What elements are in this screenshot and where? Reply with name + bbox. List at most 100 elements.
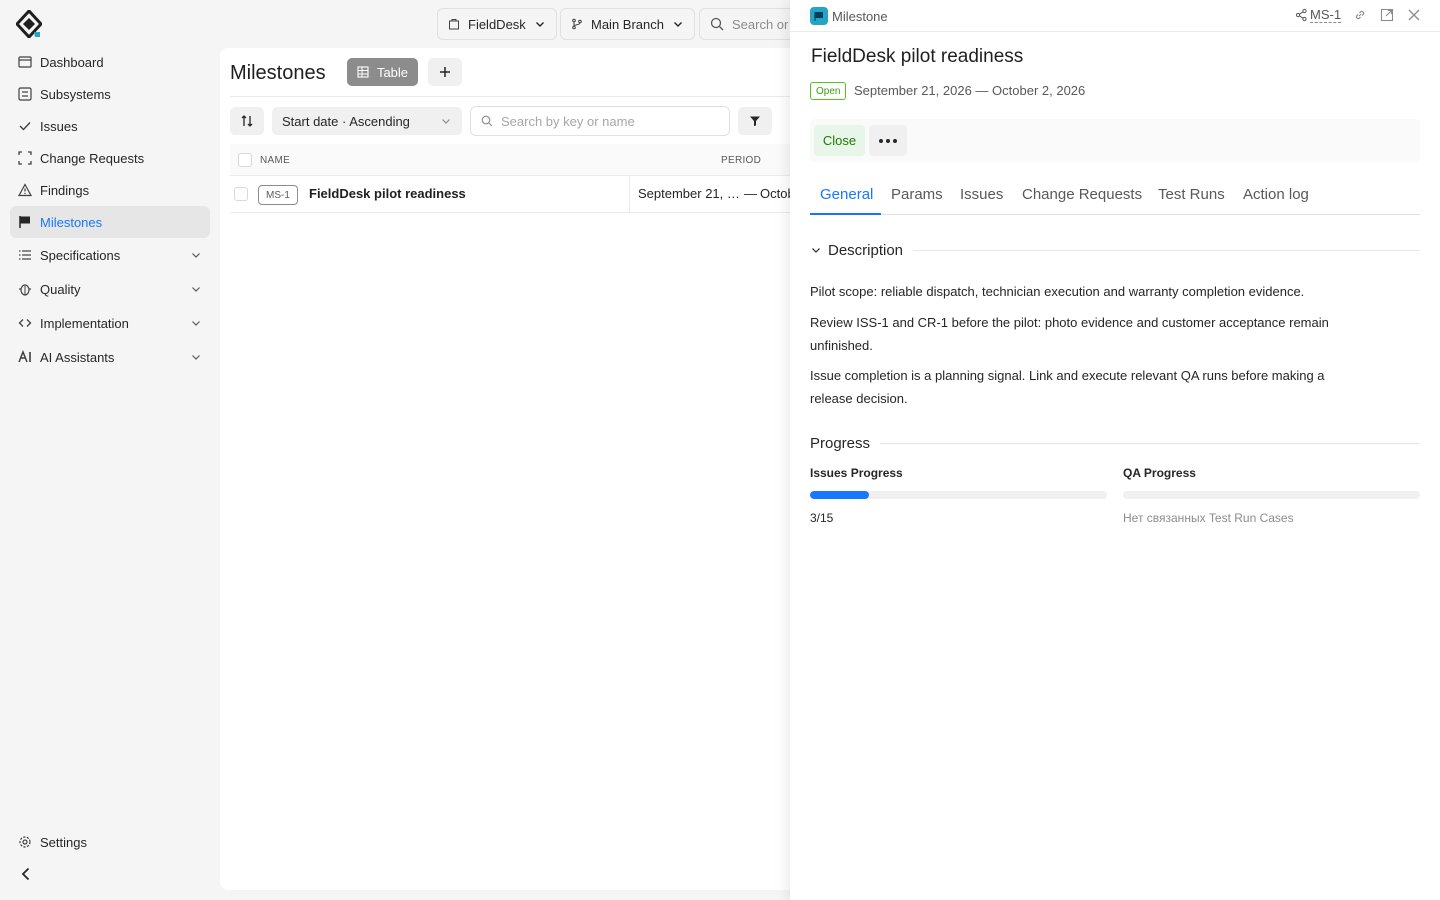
description-paragraph: Review ISS-1 and CR-1 before the pilot: …	[810, 315, 1329, 353]
select-all-checkbox[interactable]	[238, 153, 252, 167]
sidebar-item-subsystems[interactable]: Subsystems	[10, 78, 210, 110]
sort-icon	[241, 115, 253, 127]
column-header-period[interactable]: PERIOD	[721, 155, 761, 166]
sidebar-item-label: Quality	[40, 281, 81, 297]
sidebar-item-label: Subsystems	[40, 86, 111, 102]
share-icon[interactable]	[1295, 8, 1307, 22]
chevron-down-icon	[192, 287, 200, 292]
chevron-down-icon	[812, 248, 820, 253]
global-search-placeholder: Search or	[732, 16, 789, 32]
project-selector[interactable]: FieldDesk	[437, 8, 557, 40]
divider	[230, 96, 800, 97]
sidebar-item-quality[interactable]: Quality	[10, 272, 210, 306]
subsystems-icon	[18, 87, 32, 101]
qa-progress-title: QA Progress	[1123, 466, 1196, 480]
sidebar-item-findings[interactable]: Findings	[10, 174, 210, 206]
chevron-down-icon	[192, 321, 200, 326]
sidebar-item-change-requests[interactable]: Change Requests	[10, 142, 210, 174]
qa-progress: QA Progress Нет связанных Test Run Cases	[1123, 466, 1420, 525]
branch-selector[interactable]: Main Branch	[560, 8, 695, 40]
ai-icon	[18, 350, 32, 364]
sidebar-item-label: Settings	[40, 834, 87, 850]
period-start: September 21, …	[638, 186, 740, 201]
project-name: FieldDesk	[468, 16, 526, 32]
gear-icon	[18, 835, 32, 849]
tab-change-requests[interactable]: Change Requests	[1022, 186, 1142, 203]
status-badge: Open	[810, 82, 847, 100]
sidebar-item-dashboard[interactable]: Dashboard	[10, 46, 210, 78]
qa-progress-value: Нет связанных Test Run Cases	[1123, 511, 1294, 525]
progress-title: Progress	[810, 434, 871, 452]
period-dash: —	[744, 186, 757, 201]
drawer-actions-bar: Close	[810, 119, 1420, 162]
milestone-drawer: Milestone MS-1 FieldDesk pilot readiness…	[790, 0, 1440, 900]
milestone-search-input[interactable]: Search by key or name	[470, 106, 730, 136]
active-tab-indicator	[810, 213, 881, 215]
check-icon	[18, 119, 32, 133]
plus-icon	[440, 67, 450, 77]
warning-icon	[18, 183, 32, 197]
list-icon	[18, 248, 32, 262]
close-milestone-button[interactable]: Close	[814, 125, 865, 156]
sort-direction-button[interactable]	[230, 107, 264, 135]
dashboard-icon	[18, 55, 32, 69]
sidebar-item-label: Change Requests	[40, 150, 145, 166]
close-icon[interactable]	[1407, 8, 1421, 22]
filter-button[interactable]	[738, 107, 772, 135]
description-section-header[interactable]: Description	[810, 240, 1420, 260]
search-placeholder: Search by key or name	[501, 113, 635, 129]
more-horizontal-icon	[879, 138, 897, 143]
more-actions-button[interactable]	[869, 125, 907, 156]
sidebar-item-label: Milestones	[40, 214, 103, 230]
sidebar-item-label: Implementation	[40, 315, 129, 331]
issues-progress-value: 3/15	[810, 511, 834, 525]
milestone-name[interactable]: FieldDesk pilot readiness	[309, 186, 466, 201]
sidebar-item-issues[interactable]: Issues	[10, 110, 210, 142]
sidebar-item-label: Issues	[40, 118, 78, 134]
tab-test-runs[interactable]: Test Runs	[1158, 186, 1225, 203]
app-logo[interactable]	[16, 10, 42, 38]
sidebar-item-label: Dashboard	[40, 54, 104, 70]
sidebar-item-milestones[interactable]: Milestones	[10, 206, 210, 238]
sidebar: Dashboard Subsystems Issues Change Reque…	[0, 0, 220, 900]
sidebar-item-label: Findings	[40, 182, 90, 198]
bug-icon	[18, 282, 32, 296]
open-external-icon[interactable]	[1380, 8, 1394, 22]
drawer-key-link[interactable]: MS-1	[1310, 8, 1342, 23]
chevron-down-icon	[192, 253, 200, 258]
building-icon	[449, 19, 459, 30]
sidebar-item-ai-assistants[interactable]: AI Assistants	[10, 340, 210, 374]
copy-link-icon[interactable]	[1353, 8, 1367, 22]
collapse-sidebar-icon[interactable]	[18, 866, 34, 882]
table-icon	[357, 66, 369, 78]
row-checkbox[interactable]	[234, 187, 248, 201]
issues-progress-fill	[810, 491, 870, 499]
sidebar-item-settings[interactable]: Settings	[10, 826, 210, 858]
add-milestone-button[interactable]	[428, 58, 462, 86]
issues-progress-track	[810, 491, 1107, 499]
tab-general[interactable]: General	[820, 186, 873, 203]
flag-icon	[18, 215, 32, 229]
sidebar-item-implementation[interactable]: Implementation	[10, 306, 210, 340]
branch-name: Main Branch	[591, 16, 664, 32]
description-paragraph: Issue completion is a planning signal. L…	[810, 368, 1325, 406]
chevron-down-icon	[442, 119, 450, 124]
sidebar-item-specifications[interactable]: Specifications	[10, 238, 210, 272]
sort-select[interactable]: Start date · Ascending	[272, 107, 462, 135]
table-header: NAME PERIOD	[230, 144, 810, 176]
table-view-button[interactable]: Table	[347, 58, 418, 86]
search-icon	[710, 17, 724, 31]
chevron-down-icon	[192, 355, 200, 360]
view-label: Table	[376, 64, 409, 80]
frame-icon	[18, 151, 32, 165]
column-header-name[interactable]: NAME	[260, 155, 290, 166]
tab-action-log[interactable]: Action log	[1243, 186, 1309, 203]
table-row[interactable]: MS-1 FieldDesk pilot readiness September…	[230, 176, 810, 213]
tab-params[interactable]: Params	[891, 186, 943, 203]
sidebar-footer: Settings	[10, 826, 210, 858]
sidebar-nav: Dashboard Subsystems Issues Change Reque…	[10, 46, 210, 374]
tab-issues[interactable]: Issues	[960, 186, 1003, 203]
drawer-title: FieldDesk pilot readiness	[811, 46, 1024, 67]
milestone-period: September 21, 2026 — October 2, 2026	[854, 83, 1086, 98]
chevron-down-icon	[673, 22, 682, 27]
